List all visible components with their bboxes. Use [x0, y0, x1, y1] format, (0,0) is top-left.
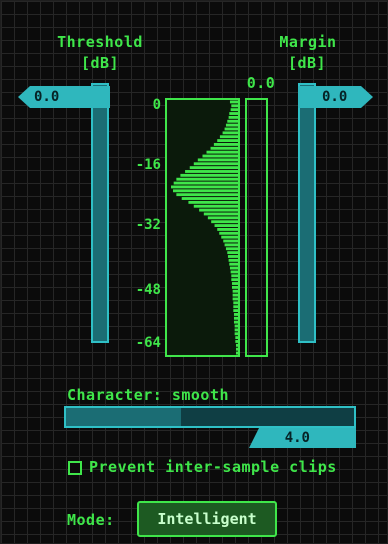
histogram-bar	[217, 228, 238, 231]
histogram-bar	[231, 104, 238, 108]
histogram-bar	[232, 289, 238, 293]
scale-label-0: 0	[152, 97, 161, 113]
threshold-slider[interactable]	[91, 83, 109, 343]
scale-label-16: -16	[135, 157, 161, 173]
histogram-bar	[224, 127, 238, 131]
histogram-bar	[233, 316, 238, 320]
histogram-bar	[228, 258, 238, 262]
scale-label-32: -32	[135, 217, 161, 233]
histogram-bar	[225, 247, 238, 251]
mode-button[interactable]: Intelligent	[137, 501, 277, 537]
histogram-bar	[233, 301, 238, 305]
histogram-bar	[206, 150, 238, 154]
histogram-bar	[232, 293, 238, 297]
histogram-bar	[180, 173, 238, 177]
prevent-clips-checkbox[interactable]	[68, 461, 82, 475]
histogram-bar	[231, 274, 238, 278]
histogram-bar	[171, 185, 238, 189]
histogram-bar	[225, 123, 238, 127]
prevent-clips-label: Prevent inter-sample clips	[89, 458, 337, 476]
histogram-bar	[207, 216, 238, 220]
histogram-bar	[202, 154, 238, 158]
histogram-bar	[223, 239, 238, 243]
histogram-bar	[231, 285, 238, 289]
histogram-bar	[219, 135, 238, 139]
scale-label-64: -64	[135, 335, 161, 351]
histogram-bar	[222, 131, 238, 135]
histogram-meter	[165, 98, 240, 357]
margin-value: 0.0	[322, 89, 348, 105]
histogram-bar	[230, 270, 238, 274]
histogram-bar	[231, 278, 238, 282]
peak-meter	[245, 98, 268, 357]
limiter-panel: Threshold [dB] Margin [dB] 0.0 0.0 0.0 0…	[0, 0, 388, 544]
histogram-bar	[235, 351, 238, 355]
histogram-bar	[203, 212, 238, 216]
histogram-bar	[235, 347, 238, 351]
threshold-value-box[interactable]: 0.0	[18, 86, 110, 108]
histogram-bar	[229, 266, 238, 270]
margin-title: Margin	[279, 33, 337, 51]
histogram-bar	[227, 255, 238, 258]
histogram-bar	[197, 158, 238, 162]
histogram-bar	[233, 305, 238, 309]
histogram-bar	[233, 320, 238, 324]
margin-slider[interactable]	[298, 83, 316, 343]
histogram-svg	[171, 100, 238, 355]
histogram-bar	[176, 177, 238, 181]
character-slider-fill	[66, 408, 182, 426]
histogram-bar	[185, 170, 238, 173]
histogram-bar	[213, 143, 238, 146]
histogram-bar	[173, 181, 238, 185]
histogram-bar	[234, 324, 238, 328]
histogram-bar	[235, 336, 238, 340]
histogram-bar	[234, 332, 238, 336]
margin-slider-fill	[300, 85, 314, 341]
histogram-bar	[219, 231, 238, 235]
histogram-bar	[231, 282, 238, 285]
histogram-bar	[210, 146, 238, 150]
mode-label: Mode:	[67, 511, 115, 529]
histogram-bar	[193, 204, 238, 208]
histogram-bar	[199, 208, 238, 212]
threshold-unit: [dB]	[80, 54, 120, 72]
histogram-bar	[235, 343, 238, 347]
histogram-bar	[228, 115, 238, 119]
character-value-box[interactable]: 4.0	[249, 428, 356, 448]
character-value: 4.0	[284, 430, 310, 446]
histogram-bar	[214, 224, 238, 227]
character-slider[interactable]	[64, 406, 356, 428]
threshold-title: Threshold	[57, 33, 143, 51]
histogram-bar	[221, 235, 238, 239]
margin-value-box[interactable]: 0.0	[298, 86, 373, 108]
histogram-bar	[224, 243, 238, 247]
histogram-bar	[232, 297, 238, 301]
histogram-bar	[233, 313, 238, 316]
histogram-bar	[211, 220, 238, 224]
threshold-slider-fill	[93, 85, 107, 341]
histogram-bar	[234, 328, 238, 332]
histogram-bar	[193, 162, 238, 166]
histogram-bar	[188, 200, 238, 204]
histogram-bar	[181, 197, 238, 200]
histogram-bar	[229, 262, 238, 266]
histogram-bar	[176, 193, 238, 197]
histogram-bar	[227, 119, 238, 123]
character-label: Character: smooth	[67, 386, 230, 404]
mode-button-label: Intelligent	[157, 510, 257, 528]
histogram-bar	[235, 340, 238, 343]
histogram-bar	[189, 166, 238, 170]
threshold-value: 0.0	[34, 89, 60, 105]
histogram-bar	[229, 100, 238, 104]
scale-label-48: -48	[135, 282, 161, 298]
histogram-bar	[229, 112, 238, 115]
histogram-bar	[227, 251, 238, 255]
histogram-bar	[230, 108, 238, 112]
histogram-bar	[233, 309, 238, 312]
histogram-bar	[173, 189, 238, 193]
margin-unit: [dB]	[287, 54, 327, 72]
db-scale: 0 -16 -32 -48 -64	[119, 98, 161, 354]
histogram-bar	[217, 139, 238, 142]
peak-readout: 0.0	[246, 74, 276, 92]
